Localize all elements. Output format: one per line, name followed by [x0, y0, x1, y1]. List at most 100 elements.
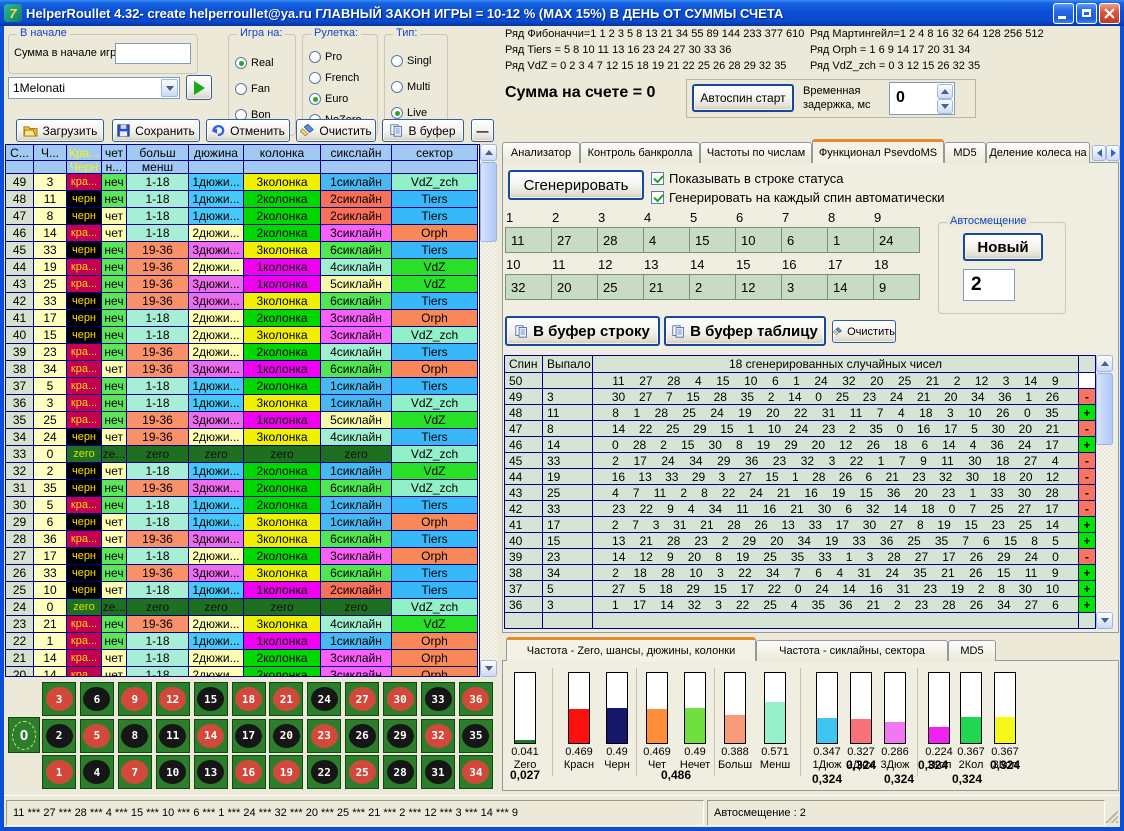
title-bar[interactable]: 7 HelperRoullet 4.32- create helperroull…	[0, 0, 1124, 26]
roulette-number-cell[interactable]: 36	[459, 682, 493, 716]
generator-clear-button[interactable]: Очистить	[832, 320, 896, 343]
spin-numbers-cell: 812825241920223111741831026035	[593, 405, 1079, 421]
roulette-number-cell[interactable]: 27	[345, 682, 379, 716]
radio-option-live[interactable]: Live	[391, 107, 427, 119]
history-cell: Orph	[392, 225, 478, 242]
roulette-number-cell[interactable]: 26	[345, 719, 379, 753]
start-sum-input[interactable]	[115, 43, 191, 64]
roulette-number-cell[interactable]: 12	[156, 682, 190, 716]
tab-item-1[interactable]: Контроль банкролла	[580, 142, 700, 163]
roulette-number-cell[interactable]: 23	[307, 719, 341, 753]
roulette-number-cell[interactable]: 13	[194, 755, 228, 789]
roulette-number-cell[interactable]: 34	[459, 755, 493, 789]
profile-combobox[interactable]: 1Melonati	[8, 77, 180, 99]
scrollbar-thumb[interactable]	[480, 162, 497, 242]
tab-item-2[interactable]: Частоты по числам	[700, 142, 812, 163]
roulette-number-cell[interactable]: 16	[232, 755, 266, 789]
minimize-button[interactable]	[1053, 3, 1074, 24]
history-cell: 26	[6, 565, 34, 582]
roulette-number-cell[interactable]: 14	[194, 719, 228, 753]
roulette-zero-cell[interactable]: 0	[8, 717, 40, 753]
roulette-number-cell[interactable]: 19	[269, 755, 303, 789]
radio-option-euro[interactable]: Euro	[309, 93, 348, 105]
roulette-number-cell[interactable]: 31	[421, 755, 455, 789]
roulette-number-cell[interactable]: 29	[383, 719, 417, 753]
roulette-number-cell[interactable]: 17	[232, 719, 266, 753]
radio-option-fan[interactable]: Fan	[235, 83, 270, 95]
history-table-scrollbar[interactable]	[480, 144, 497, 677]
radio-option-pro[interactable]: Pro	[309, 51, 342, 63]
radio-option-french[interactable]: French	[309, 72, 359, 84]
scroll-down-button[interactable]	[1096, 612, 1113, 629]
roulette-number-cell[interactable]: 21	[269, 682, 303, 716]
radio-option-singl[interactable]: Singl	[391, 55, 431, 67]
roulette-number-cell[interactable]: 24	[307, 682, 341, 716]
roulette-number-cell[interactable]: 18	[232, 682, 266, 716]
clear-button[interactable]: Очистить	[296, 119, 376, 142]
to-buffer-button[interactable]: В буфер	[382, 119, 464, 142]
spinner-up-button[interactable]	[937, 84, 953, 99]
scroll-up-button[interactable]	[1096, 355, 1113, 372]
play-button[interactable]	[186, 75, 212, 100]
frequency-tab-1[interactable]: Частота - сиклайны, сектора	[756, 640, 948, 661]
roulette-number-cell[interactable]: 33	[421, 682, 455, 716]
roulette-number-cell[interactable]: 11	[156, 719, 190, 753]
roulette-number-cell[interactable]: 25	[345, 755, 379, 789]
autoshift-value-field[interactable]: 2	[963, 269, 1015, 301]
undo-button[interactable]: Отменить	[206, 119, 290, 142]
close-button[interactable]	[1099, 3, 1120, 24]
app-icon: 7	[4, 4, 22, 22]
radio-option-real[interactable]: Real	[235, 57, 274, 69]
roulette-number-cell[interactable]: 10	[156, 755, 190, 789]
spin-table-scrollbar[interactable]	[1096, 355, 1113, 629]
history-cell: 1дюжи...	[189, 582, 244, 599]
history-table[interactable]: С...Ч...Кра...четбольшдюжинаколонкасиксл…	[5, 144, 480, 677]
roulette-number-cell[interactable]: 9	[118, 682, 152, 716]
roulette-number-cell[interactable]: 6	[80, 682, 114, 716]
roulette-number-cell[interactable]: 28	[383, 755, 417, 789]
scroll-up-button[interactable]	[480, 144, 497, 161]
roulette-number-cell[interactable]: 1	[42, 755, 76, 789]
roulette-number-cell[interactable]: 35	[459, 719, 493, 753]
roulette-number-cell[interactable]: 20	[269, 719, 303, 753]
maximize-button[interactable]	[1076, 3, 1097, 24]
roulette-number-cell[interactable]: 32	[421, 719, 455, 753]
roulette-number-cell[interactable]: 7	[118, 755, 152, 789]
frequency-tab-0[interactable]: Частота - Zero, шансы, дюжины, колонки	[506, 637, 756, 661]
roulette-number-cell[interactable]: 22	[307, 755, 341, 789]
spin-cell: 46	[505, 437, 543, 453]
roulette-number-cell[interactable]: 15	[194, 682, 228, 716]
roulette-number-cell[interactable]: 2	[42, 719, 76, 753]
frequency-tab-2[interactable]: MD5	[948, 640, 996, 661]
roulette-number-cell[interactable]: 4	[80, 755, 114, 789]
resize-grip[interactable]	[1105, 810, 1118, 823]
tab-item-5[interactable]: Деление колеса на	[986, 142, 1090, 163]
save-button[interactable]: Сохранить	[112, 119, 200, 142]
spinner-down-button[interactable]	[937, 99, 953, 114]
show-in-status-checkbox[interactable]: Показывать в строке статуса	[651, 171, 844, 186]
scroll-down-button[interactable]	[480, 660, 497, 677]
radio-option-multi[interactable]: Multi	[391, 81, 430, 93]
roulette-number-cell[interactable]: 30	[383, 682, 417, 716]
autospin-start-button[interactable]: Автоспин старт	[692, 84, 794, 112]
collapse-button[interactable]: —	[471, 119, 494, 142]
load-button[interactable]: Загрузить	[16, 119, 104, 142]
roulette-number-cell[interactable]: 3	[42, 682, 76, 716]
tab-funkcional-psevdoms[interactable]: Функционал PsevdoMS	[812, 139, 944, 163]
buffer-row-button[interactable]: В буфер строку	[505, 316, 660, 346]
buffer-table-button[interactable]: В буфер таблицу	[664, 316, 826, 346]
roulette-number-cell[interactable]: 8	[118, 719, 152, 753]
combobox-dropdown-button[interactable]	[161, 79, 178, 97]
generate-each-spin-checkbox[interactable]: Генерировать на каждый спин автоматическ…	[651, 190, 945, 205]
tab-item-0[interactable]: Анализатор	[502, 142, 580, 163]
spin-table[interactable]: СпинВыпало18 сгенерированных случайных ч…	[504, 355, 1096, 629]
roulette-number-cell[interactable]: 5	[80, 719, 114, 753]
scrollbar-thumb[interactable]	[1096, 373, 1113, 445]
delay-spinner[interactable]: 0	[889, 82, 955, 115]
tab-scroll-right-button[interactable]	[1106, 145, 1120, 161]
spin-number: 30	[968, 454, 981, 468]
tab-item-4[interactable]: MD5	[944, 142, 986, 163]
tab-scroll-left-button[interactable]	[1092, 145, 1106, 161]
generate-button[interactable]: Сгенерировать	[508, 170, 644, 200]
autoshift-new-button[interactable]: Новый	[963, 233, 1043, 261]
